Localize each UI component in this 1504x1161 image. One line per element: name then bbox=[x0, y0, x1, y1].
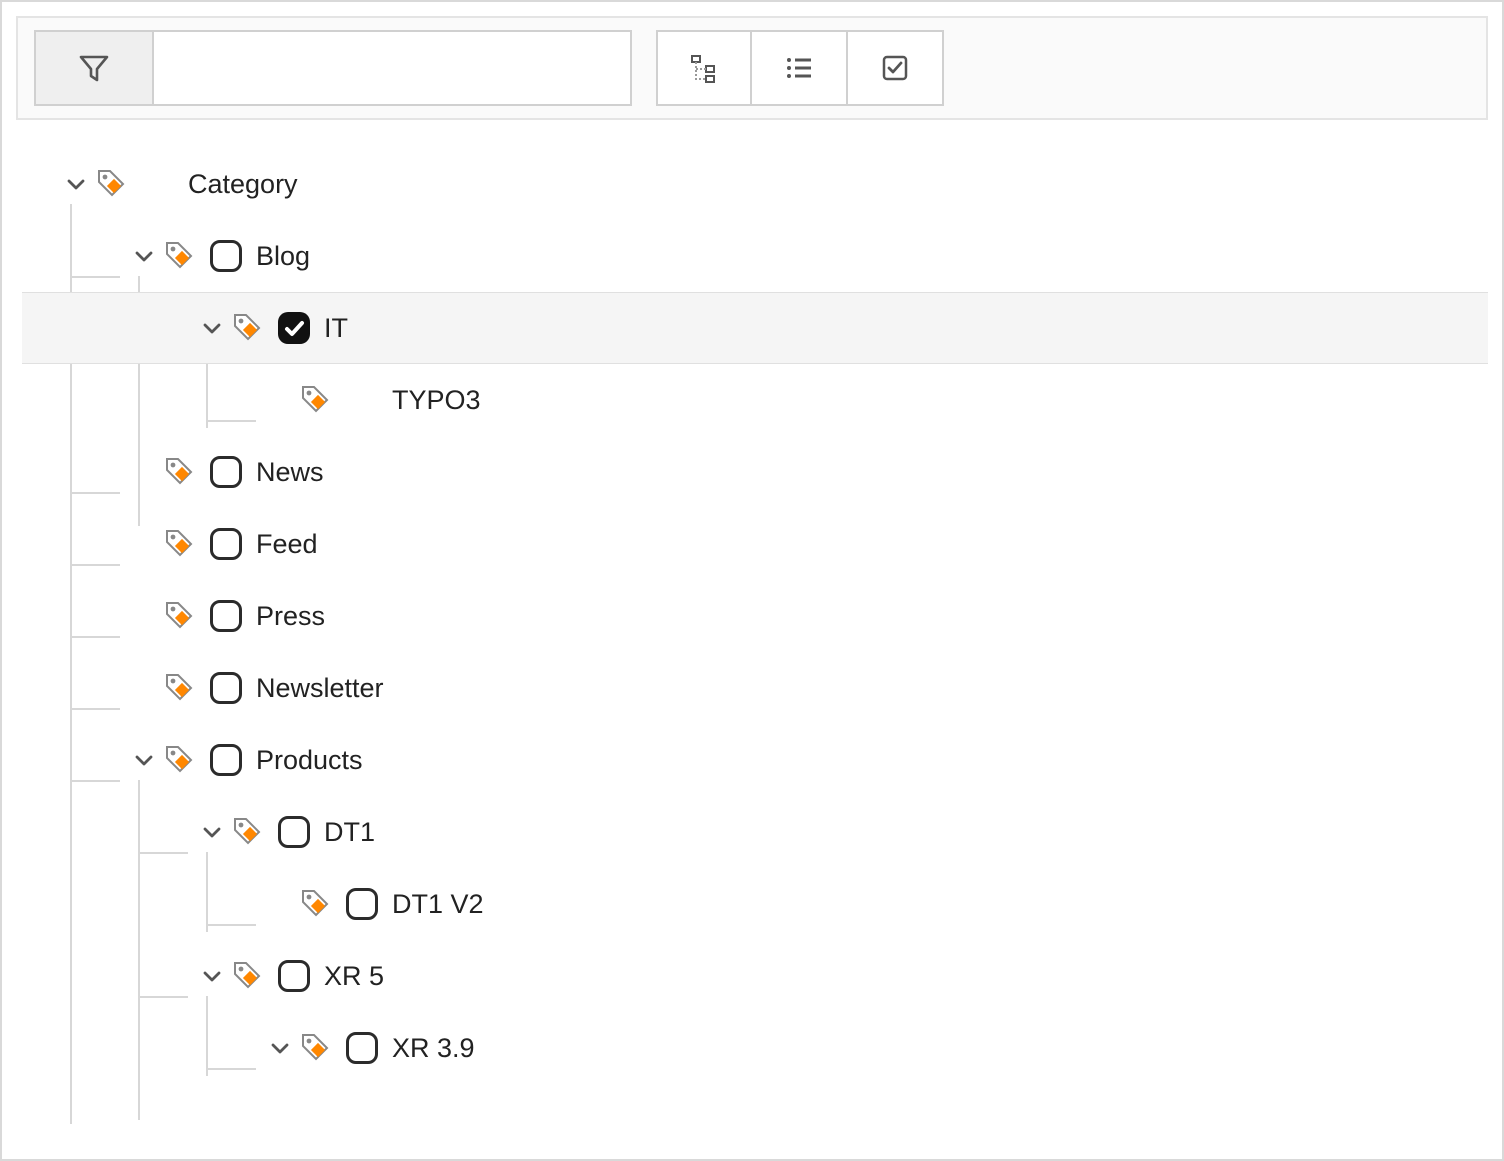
tag-icon bbox=[232, 816, 264, 848]
tree-node-label: XR 5 bbox=[324, 961, 384, 992]
tree-node-label: Newsletter bbox=[256, 673, 384, 704]
list-view-button[interactable] bbox=[752, 30, 848, 106]
checkbox[interactable] bbox=[210, 240, 242, 272]
tree-node-label: XR 3.9 bbox=[392, 1033, 475, 1064]
toolbar bbox=[16, 16, 1488, 120]
tag-icon bbox=[300, 888, 332, 920]
chevron-down-icon[interactable] bbox=[198, 314, 226, 342]
tree-view-button[interactable] bbox=[656, 30, 752, 106]
tree-view-icon bbox=[688, 52, 720, 84]
checkbox-icon bbox=[880, 53, 910, 83]
tag-icon bbox=[164, 240, 196, 272]
chevron-down-icon[interactable] bbox=[130, 242, 158, 270]
tag-icon bbox=[164, 600, 196, 632]
tree-node-feed[interactable]: Feed bbox=[22, 508, 1488, 580]
chevron-down-icon[interactable] bbox=[130, 746, 158, 774]
checkbox[interactable] bbox=[346, 1032, 378, 1064]
tree-node-dt1[interactable]: DT1 bbox=[22, 796, 1488, 868]
tree-node-press[interactable]: Press bbox=[22, 580, 1488, 652]
checkbox-checked[interactable] bbox=[278, 312, 310, 344]
funnel-icon bbox=[77, 51, 111, 85]
checkbox[interactable] bbox=[278, 816, 310, 848]
tree-node-typo3[interactable]: TYPO3 bbox=[22, 364, 1488, 436]
list-view-icon bbox=[784, 53, 814, 83]
tree-node-label: DT1 bbox=[324, 817, 375, 848]
tree-node-dt1v2[interactable]: DT1 V2 bbox=[22, 868, 1488, 940]
tree-node-xr5[interactable]: XR 5 bbox=[22, 940, 1488, 1012]
filter-button[interactable] bbox=[36, 32, 154, 104]
tree-node-xr39[interactable]: XR 3.9 bbox=[22, 1012, 1488, 1084]
checkbox[interactable] bbox=[278, 960, 310, 992]
tag-icon bbox=[232, 960, 264, 992]
tree-node-label: News bbox=[256, 457, 324, 488]
checkbox[interactable] bbox=[210, 600, 242, 632]
checkbox[interactable] bbox=[210, 456, 242, 488]
tree-node-label: Press bbox=[256, 601, 325, 632]
checkbox[interactable] bbox=[346, 888, 378, 920]
tree-node-label: Category bbox=[188, 169, 298, 200]
tree-node-label: IT bbox=[324, 313, 348, 344]
chevron-down-icon[interactable] bbox=[266, 1034, 294, 1062]
tree-node-label: DT1 V2 bbox=[392, 889, 484, 920]
tree-node-label: Products bbox=[256, 745, 363, 776]
checkbox[interactable] bbox=[210, 744, 242, 776]
filter-group bbox=[34, 30, 632, 106]
tag-icon bbox=[300, 384, 332, 416]
tag-icon bbox=[300, 1032, 332, 1064]
tag-icon bbox=[96, 168, 128, 200]
category-tree-panel: Category Blog IT TYPO3 News bbox=[0, 0, 1504, 1161]
tree-node-label: TYPO3 bbox=[392, 385, 481, 416]
tree-node-label: Feed bbox=[256, 529, 318, 560]
checkbox[interactable] bbox=[210, 528, 242, 560]
tree-node-newsletter[interactable]: Newsletter bbox=[22, 652, 1488, 724]
chevron-down-icon[interactable] bbox=[198, 818, 226, 846]
checkbox[interactable] bbox=[210, 672, 242, 704]
chevron-down-icon[interactable] bbox=[198, 962, 226, 990]
tag-icon bbox=[164, 744, 196, 776]
tree-node-label: Blog bbox=[256, 241, 310, 272]
tree-node-category[interactable]: Category bbox=[22, 148, 1488, 220]
tree-node-it[interactable]: IT bbox=[22, 292, 1488, 364]
tag-icon bbox=[164, 456, 196, 488]
tree-node-products[interactable]: Products bbox=[22, 724, 1488, 796]
tag-icon bbox=[232, 312, 264, 344]
tag-icon bbox=[164, 528, 196, 560]
chevron-down-icon[interactable] bbox=[62, 170, 90, 198]
tree-node-news[interactable]: News bbox=[22, 436, 1488, 508]
view-button-group bbox=[656, 30, 944, 106]
filter-input[interactable] bbox=[154, 32, 630, 104]
tree-node-blog[interactable]: Blog bbox=[22, 220, 1488, 292]
category-tree: Category Blog IT TYPO3 News bbox=[16, 148, 1488, 1084]
tag-icon bbox=[164, 672, 196, 704]
toggle-check-button[interactable] bbox=[848, 30, 944, 106]
